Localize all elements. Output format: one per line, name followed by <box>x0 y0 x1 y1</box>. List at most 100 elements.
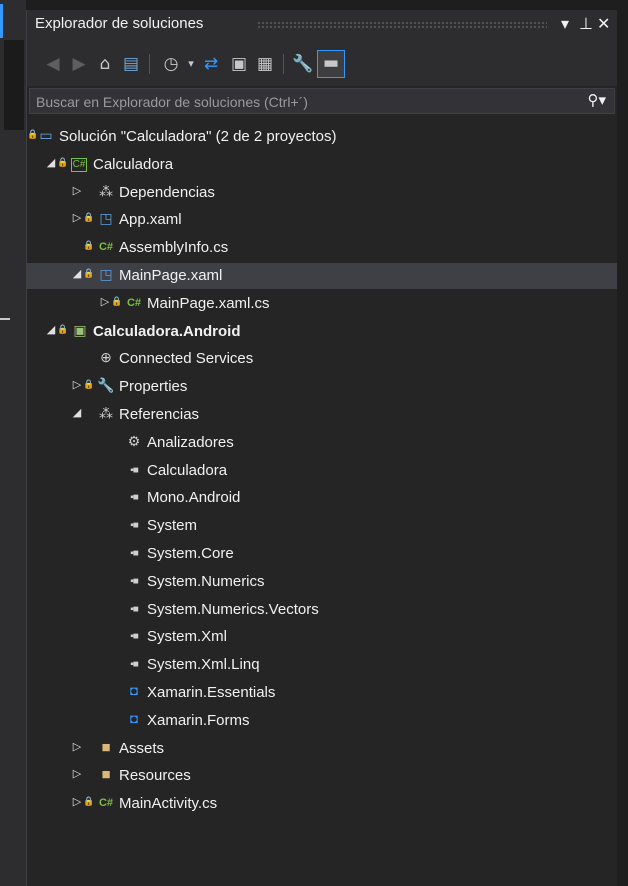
tree-item[interactable]: ◢ 🔒 ▣ Calculadora.Android <box>27 319 617 345</box>
properties-wrench-icon[interactable]: 🔧 <box>291 52 315 76</box>
xaml-icon: ◳ <box>99 210 113 226</box>
tree-item[interactable]: ▪■ Calculadora <box>27 458 617 484</box>
forward-icon[interactable]: ▶ <box>67 52 91 76</box>
tree-item[interactable]: ▪■ System.Core <box>27 541 617 567</box>
reference-icon: ▪■ <box>130 465 139 476</box>
reference-icon: ▪■ <box>130 520 139 531</box>
collapse-all-icon[interactable]: ▣ <box>227 52 251 76</box>
solution-icon: ▭ <box>39 127 53 143</box>
wrench-icon: 🔧 <box>97 377 115 393</box>
tree-item[interactable]: ◘ Xamarin.Essentials <box>27 680 617 706</box>
nuget-package-icon: ◘ <box>130 683 138 698</box>
tree-item[interactable]: ▪■ Mono.Android <box>27 485 617 511</box>
tree-item-label: Calculadora <box>147 462 228 479</box>
tree-item[interactable]: ▷ 🔒 C# MainActivity.cs <box>27 791 617 817</box>
tree-item[interactable]: ▪■ System.Xml.Linq <box>27 652 617 678</box>
source-control-lock-icon: 🔒 <box>83 212 95 222</box>
collapsed-arrow-icon[interactable]: ▷ <box>71 378 83 391</box>
tree-item-label: System.Xml <box>147 628 228 645</box>
collapsed-arrow-icon[interactable]: ▷ <box>71 740 83 753</box>
panel-titlebar[interactable]: Explorador de soluciones ▾ ⊥ ✕ <box>27 10 617 40</box>
tree-item-label: Assets <box>119 740 165 757</box>
search-box[interactable]: ⚲▾ <box>29 88 615 114</box>
tree-item-label: Connected Services <box>119 350 254 367</box>
folder-icon: ■ <box>101 739 111 756</box>
tree-item-label: Calculadora.Android <box>93 323 241 340</box>
active-tab-indicator <box>0 4 3 38</box>
tree-item[interactable]: ◘ Xamarin.Forms <box>27 708 617 734</box>
tree-item-label: System.Core <box>147 545 234 562</box>
tree-item[interactable]: ◢ 🔒 C# Calculadora <box>27 152 617 178</box>
connected-services-icon: ⊕ <box>100 349 112 365</box>
tree-item[interactable]: ▪■ System.Numerics.Vectors <box>27 597 617 623</box>
collapsed-arrow-icon[interactable]: ▷ <box>99 295 111 308</box>
tree-item[interactable]: ▷ 🔒 C# MainPage.xaml.cs <box>27 291 617 317</box>
tree-item[interactable]: ▪■ System <box>27 513 617 539</box>
tree-item[interactable]: 🔒 C# AssemblyInfo.cs <box>27 235 617 261</box>
switch-views-icon[interactable]: ▤ <box>119 52 143 76</box>
tree-item-label: Analizadores <box>147 434 234 451</box>
panel-title: Explorador de soluciones <box>35 15 204 32</box>
pin-icon[interactable]: ⊥ <box>579 13 593 35</box>
expanded-arrow-icon[interactable]: ◢ <box>45 323 57 336</box>
tree-item[interactable]: ▪■ System.Xml <box>27 624 617 650</box>
csharp-file-icon: C# <box>98 241 114 253</box>
csharp-file-icon: C# <box>126 297 142 309</box>
toolbar-separator <box>283 54 284 74</box>
solution-explorer-panel: Explorador de soluciones ▾ ⊥ ✕ ◀ ▶ ⌂ ▤ ◷… <box>26 10 617 886</box>
tree-item-label: System.Numerics <box>147 573 265 590</box>
source-control-lock-icon: 🔒 <box>83 796 95 806</box>
tree-item[interactable]: ⊕ Connected Services <box>27 346 617 372</box>
folder-icon: ■ <box>101 766 111 783</box>
toolbar-separator <box>149 54 150 74</box>
tree-item-label: Dependencias <box>119 184 215 201</box>
tree-item-label: System.Xml.Linq <box>147 656 260 673</box>
analyzer-icon: ⚙ <box>127 433 141 449</box>
tree-item-label: App.xaml <box>119 211 182 228</box>
titlebar-grip[interactable] <box>257 21 547 29</box>
source-control-lock-icon: 🔒 <box>83 240 95 250</box>
collapsed-arrow-icon[interactable]: ▷ <box>71 211 83 224</box>
tree-item[interactable]: ▷ 🔒 ◳ App.xaml <box>27 207 617 233</box>
preview-selected-items-icon[interactable]: ▬ <box>317 50 345 78</box>
show-all-files-icon[interactable]: ▦ <box>253 52 277 76</box>
sync-with-active-document-icon[interactable]: ⇄ <box>199 52 223 76</box>
tree-item[interactable]: ◢ ⁂ Referencias <box>27 402 617 428</box>
reference-icon: ▪■ <box>130 604 139 615</box>
expanded-arrow-icon[interactable]: ◢ <box>71 267 83 280</box>
back-icon[interactable]: ◀ <box>41 52 65 76</box>
source-control-lock-icon: 🔒 <box>57 157 69 167</box>
collapsed-arrow-icon[interactable]: ▷ <box>71 795 83 808</box>
tree-item[interactable]: 🔒 ▭ Solución "Calculadora" (2 de 2 proyect… <box>27 124 617 150</box>
left-dock-area <box>4 40 24 130</box>
tree-item-label: Xamarin.Essentials <box>147 684 276 701</box>
expanded-arrow-icon[interactable]: ◢ <box>45 156 57 169</box>
dependencies-icon: ⁂ <box>99 183 113 199</box>
tree-item[interactable]: ▷ ⁂ Dependencias <box>27 180 617 206</box>
source-control-lock-icon: 🔒 <box>83 379 95 389</box>
source-control-lock-icon: 🔒 <box>57 324 69 334</box>
collapsed-arrow-icon[interactable]: ▷ <box>71 767 83 780</box>
collapsed-arrow-icon[interactable]: ▷ <box>71 184 83 197</box>
home-icon[interactable]: ⌂ <box>93 52 117 76</box>
tree-item-label: Solución "Calculadora" (2 de 2 proyectos… <box>59 128 337 145</box>
reference-icon: ▪■ <box>130 659 139 670</box>
solution-explorer-window: Explorador de soluciones ▾ ⊥ ✕ ◀ ▶ ⌂ ▤ ◷… <box>0 0 628 886</box>
nuget-package-icon: ◘ <box>130 711 138 726</box>
tree-item-label: Mono.Android <box>147 489 241 506</box>
tree-item[interactable]: ◢ 🔒 ◳ MainPage.xaml <box>27 263 617 289</box>
expanded-arrow-icon[interactable]: ◢ <box>71 406 83 419</box>
window-position-dropdown-icon[interactable]: ▾ <box>561 13 569 35</box>
android-project-icon: ▣ <box>73 322 87 338</box>
tree-item[interactable]: ▷ ■ Resources <box>27 763 617 789</box>
source-control-lock-icon: 🔒 <box>111 296 123 306</box>
reference-icon: ▪■ <box>130 548 139 559</box>
tree-item[interactable]: ▷ 🔒 🔧 Properties <box>27 374 617 400</box>
search-input[interactable] <box>34 91 558 113</box>
tree-item[interactable]: ⚙ Analizadores <box>27 430 617 456</box>
search-icon[interactable]: ⚲▾ <box>587 91 606 109</box>
tree-item[interactable]: ▪■ System.Numerics <box>27 569 617 595</box>
tree-item-label: MainPage.xaml.cs <box>147 295 270 312</box>
tree-item[interactable]: ▷ ■ Assets <box>27 736 617 762</box>
close-icon[interactable]: ✕ <box>597 13 610 35</box>
